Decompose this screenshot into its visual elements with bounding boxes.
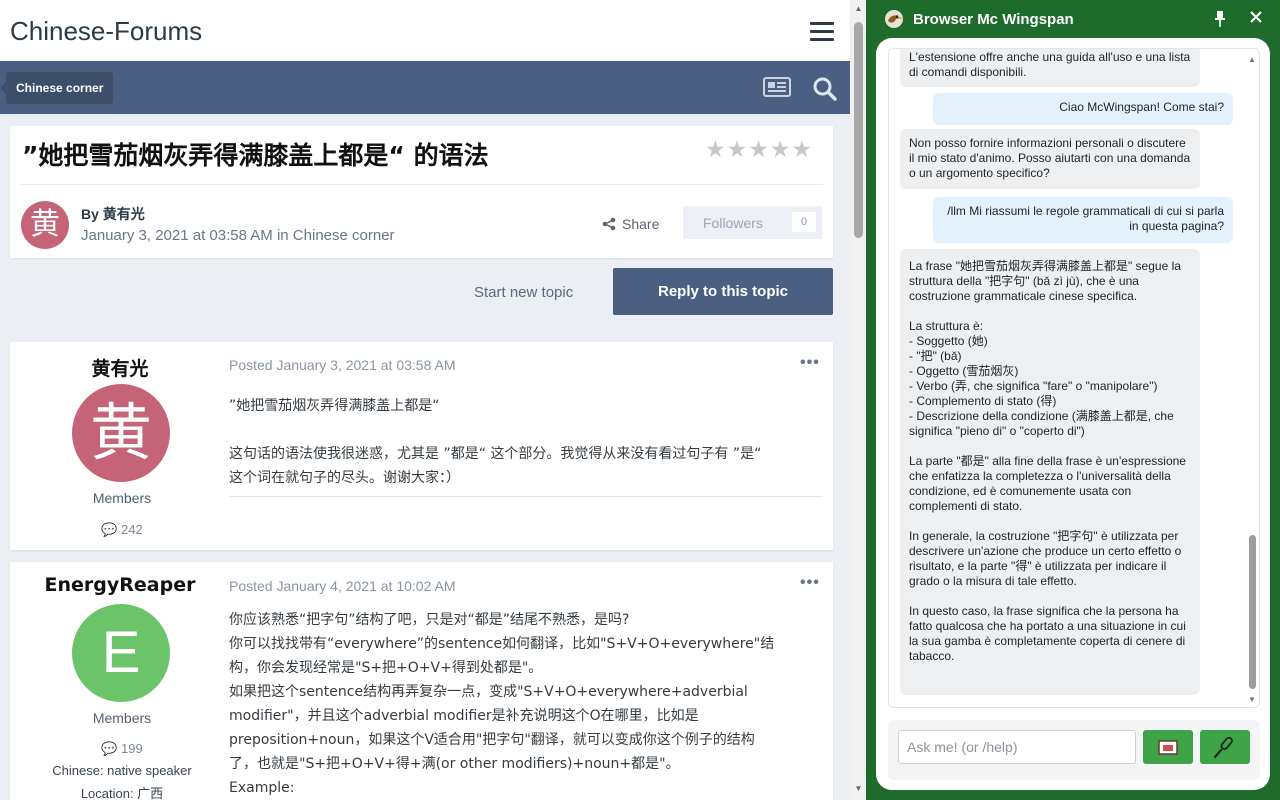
- divider: [20, 184, 823, 185]
- post-content: 你应该熟悉“把字句”结构了吧，只是对“都是”结尾不熟悉，是吗? 你可以找找带有“…: [229, 608, 774, 800]
- scroll-up-icon[interactable]: ▲: [1247, 55, 1257, 64]
- more-options-icon[interactable]: •••: [800, 574, 820, 592]
- post-count: 💬 242: [101, 522, 143, 537]
- bird-logo-icon: [885, 10, 903, 28]
- bot-line: [909, 439, 1191, 454]
- post: EnergyReaper E Members 💬 199 Chinese: na…: [10, 562, 833, 800]
- topic-title: ”她把雪茄烟灰弄得满膝盖上都是“ 的语法: [22, 141, 489, 170]
- bot-line: - Verbo (弄, che significa "fare" o "mani…: [909, 379, 1158, 393]
- more-options-icon[interactable]: •••: [800, 354, 820, 372]
- close-icon[interactable]: [1249, 10, 1263, 24]
- rating-stars[interactable]: ★★★★★: [705, 136, 813, 163]
- page-scrollbar[interactable]: ▲ ▼: [851, 0, 866, 800]
- comment-icon: 💬: [101, 741, 118, 756]
- screenshot-button[interactable]: [1143, 730, 1193, 764]
- post: 黄有光 黄 Members 💬 242 Posted January 3, 20…: [10, 342, 833, 550]
- post-author[interactable]: EnergyReaper: [10, 574, 230, 596]
- start-new-topic-link[interactable]: Start new topic: [474, 284, 573, 301]
- post-line: Example:: [229, 780, 295, 796]
- bot-line: [909, 589, 1191, 604]
- chat-log: L'estensione offre anche una guida all'u…: [888, 48, 1260, 708]
- site-title[interactable]: Chinese-Forums: [10, 16, 202, 47]
- assistant-panel: Browser Mc Wingspan L'estensione offre a…: [866, 0, 1280, 800]
- share-icon: [602, 217, 616, 231]
- native-language: Chinese: native speaker: [52, 763, 192, 778]
- bot-line: [909, 514, 1191, 529]
- post-line: ”她把雪茄烟灰弄得满膝盖上都是“: [229, 398, 440, 414]
- bot-line: La parte "都是" alla fine della frase è un…: [909, 454, 1186, 513]
- avatar[interactable]: 黄: [21, 201, 69, 249]
- bot-line: - Soggetto (她): [909, 334, 988, 348]
- user-message: /llm Mi riassumi le regole grammaticali …: [933, 197, 1233, 243]
- microphone-button[interactable]: [1200, 730, 1250, 764]
- post-line: 你可以找找带有“everywhere”的sentence如何翻译，比如"S+V+…: [229, 636, 775, 652]
- share-label: Share: [622, 216, 660, 232]
- panel-body: L'estensione offre anche una guida all'u…: [876, 38, 1270, 790]
- menu-icon[interactable]: [810, 22, 834, 42]
- bot-line: - Oggetto (雪茄烟灰): [909, 364, 1019, 378]
- bot-message: La frase "她把雪茄烟灰弄得满膝盖上都是" segue la strut…: [900, 249, 1200, 695]
- user-message: Ciao McWingspan! Come stai?: [933, 93, 1233, 125]
- bot-line: In generale, la costruzione "把字句" è util…: [909, 529, 1182, 588]
- post-line: [229, 418, 761, 442]
- chat-messages: L'estensione offre anche una guida all'u…: [889, 49, 1247, 707]
- avatar[interactable]: 黄: [72, 384, 170, 482]
- microphone-icon: [1213, 736, 1233, 759]
- bot-line: In questo caso, la frase significa che l…: [909, 604, 1186, 663]
- followers-label: Followers: [703, 215, 763, 231]
- scrollbar-thumb[interactable]: [854, 22, 863, 238]
- scrollbar-thumb[interactable]: [1249, 535, 1256, 689]
- panel-title: Browser Mc Wingspan: [913, 11, 1074, 28]
- post-date[interactable]: Posted January 3, 2021 at 03:58 AM: [229, 357, 456, 373]
- chat-input-row: [888, 720, 1260, 780]
- bot-line: La struttura è:: [909, 319, 984, 333]
- scroll-down-icon[interactable]: ▼: [854, 784, 863, 793]
- post-line: preposition+noun，如果这个V适合用"把字句"翻译，就可以变成你这…: [229, 732, 755, 748]
- member-group: Members: [92, 710, 152, 726]
- post-line: modifier"，并且这个adverbial modifier是补充说明这个O…: [229, 708, 699, 724]
- bot-message: Non posso fornire informazioni personali…: [900, 129, 1200, 189]
- bot-message: L'estensione offre anche una guida all'u…: [900, 49, 1200, 87]
- post-date[interactable]: Posted January 4, 2021 at 10:02 AM: [229, 578, 456, 594]
- search-icon[interactable]: [812, 76, 838, 102]
- breadcrumb[interactable]: Chinese corner: [0, 72, 114, 104]
- bot-line: La frase "她把雪茄烟灰弄得满膝盖上都是" segue la strut…: [909, 259, 1181, 303]
- post-line: 这个词在就句子的尽头。谢谢大家：）: [229, 470, 460, 486]
- avatar[interactable]: E: [72, 604, 170, 702]
- post-content: ”她把雪茄烟灰弄得满膝盖上都是“ 这句话的语法使我很迷惑，尤其是 ”都是“ 这个…: [229, 394, 761, 490]
- share-button[interactable]: Share: [602, 216, 659, 232]
- newspaper-icon[interactable]: [763, 77, 791, 97]
- forum-page: Chinese-Forums Chinese corner ”她把雪茄烟灰弄得满…: [0, 0, 850, 800]
- reply-button[interactable]: Reply to this topic: [613, 268, 833, 315]
- post-author[interactable]: 黄有光: [10, 354, 230, 381]
- panel-header: Browser Mc Wingspan: [866, 0, 1280, 38]
- followers-count: 0: [792, 212, 816, 232]
- post-line: 了，也就是"S+把+O+V+得+满(or other modifiers)+no…: [229, 756, 680, 772]
- comment-icon: 💬: [101, 522, 118, 537]
- chat-scrollbar[interactable]: ▲ ▼: [1245, 49, 1259, 707]
- topic-date: January 3, 2021 at 03:58 AM in Chinese c…: [81, 227, 395, 244]
- scroll-down-icon[interactable]: ▼: [1247, 695, 1257, 704]
- member-group: Members: [92, 490, 152, 506]
- topic-header: ”她把雪茄烟灰弄得满膝盖上都是“ 的语法 ★★★★★ 黄 By 黄有光 Janu…: [10, 126, 833, 258]
- bot-line: - Descrizione della condizione (满膝盖上都是, …: [909, 409, 1174, 438]
- pin-icon[interactable]: [1213, 10, 1227, 28]
- topic-author[interactable]: By 黄有光: [81, 204, 145, 224]
- bot-line: - "把" (bǎ): [909, 349, 962, 363]
- post-line: 如果把这个sentence结构再弄复杂一点，变成"S+V+O+everywher…: [229, 684, 748, 700]
- followers-button[interactable]: Followers 0: [683, 206, 822, 239]
- location: Location: 广西: [80, 786, 164, 800]
- screenshot-icon: [1158, 740, 1178, 755]
- chat-input[interactable]: [898, 730, 1136, 764]
- nav-bar: Chinese corner: [0, 61, 850, 114]
- signature-divider: [229, 496, 823, 497]
- bot-line: [909, 304, 1191, 319]
- post-line: 构，你会发现经常是"S+把+O+V+得到处都是"。: [229, 660, 543, 676]
- scroll-up-icon[interactable]: ▲: [854, 4, 863, 13]
- site-header: Chinese-Forums: [0, 0, 850, 61]
- post-count: 💬 199: [101, 741, 143, 756]
- bot-line: - Complemento di stato (得): [909, 394, 1057, 408]
- post-line: 你应该熟悉“把字句”结构了吧，只是对“都是”结尾不熟悉，是吗?: [229, 612, 630, 628]
- post-line: 这句话的语法使我很迷惑，尤其是 ”都是“ 这个部分。我觉得从来没有看过句子有 ”…: [229, 446, 762, 462]
